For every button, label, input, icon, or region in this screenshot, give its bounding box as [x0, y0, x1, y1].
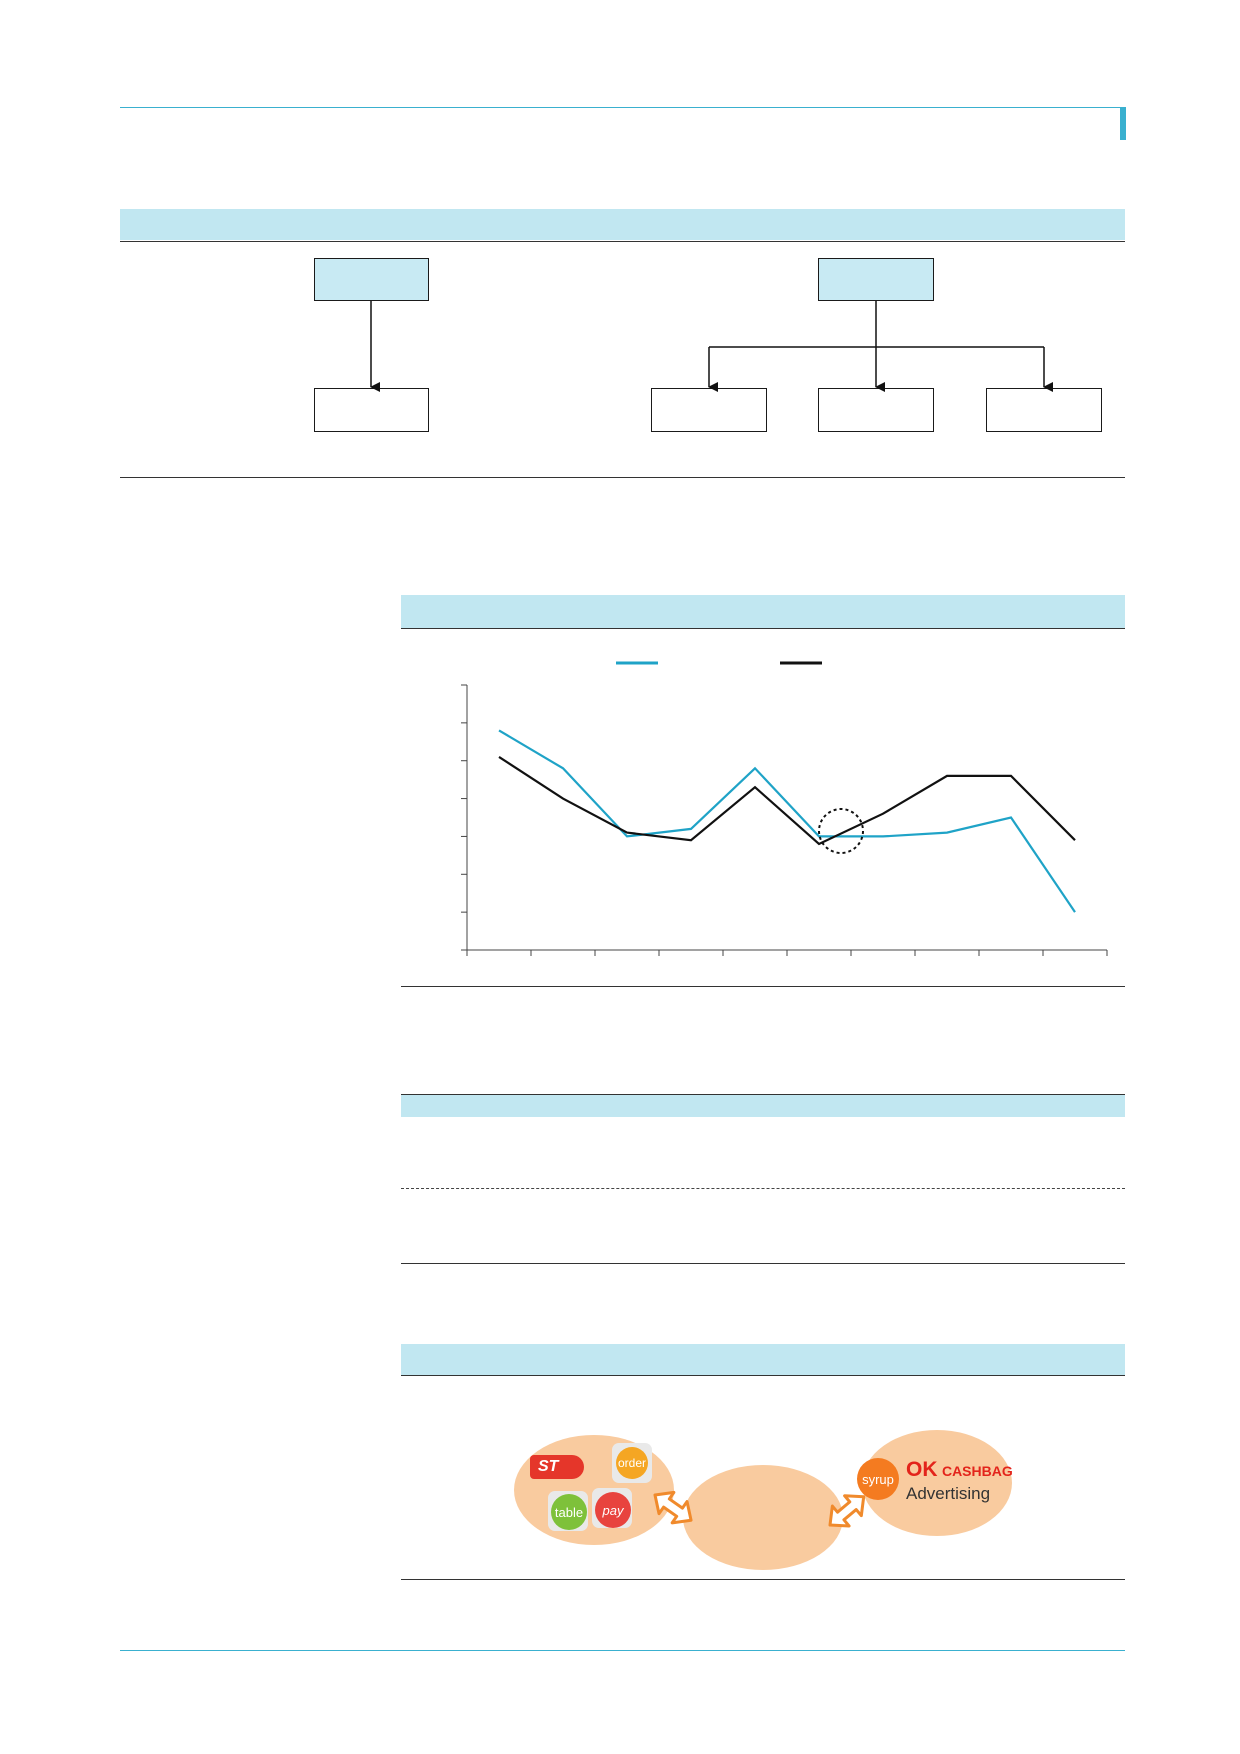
double-arrow-right-icon — [828, 1494, 866, 1528]
figure-3-bottom-rule — [401, 1579, 1125, 1580]
footer-rule — [120, 1650, 1125, 1651]
double-arrow-left-icon — [653, 1490, 693, 1525]
ecosystem-arrows — [653, 1490, 866, 1528]
